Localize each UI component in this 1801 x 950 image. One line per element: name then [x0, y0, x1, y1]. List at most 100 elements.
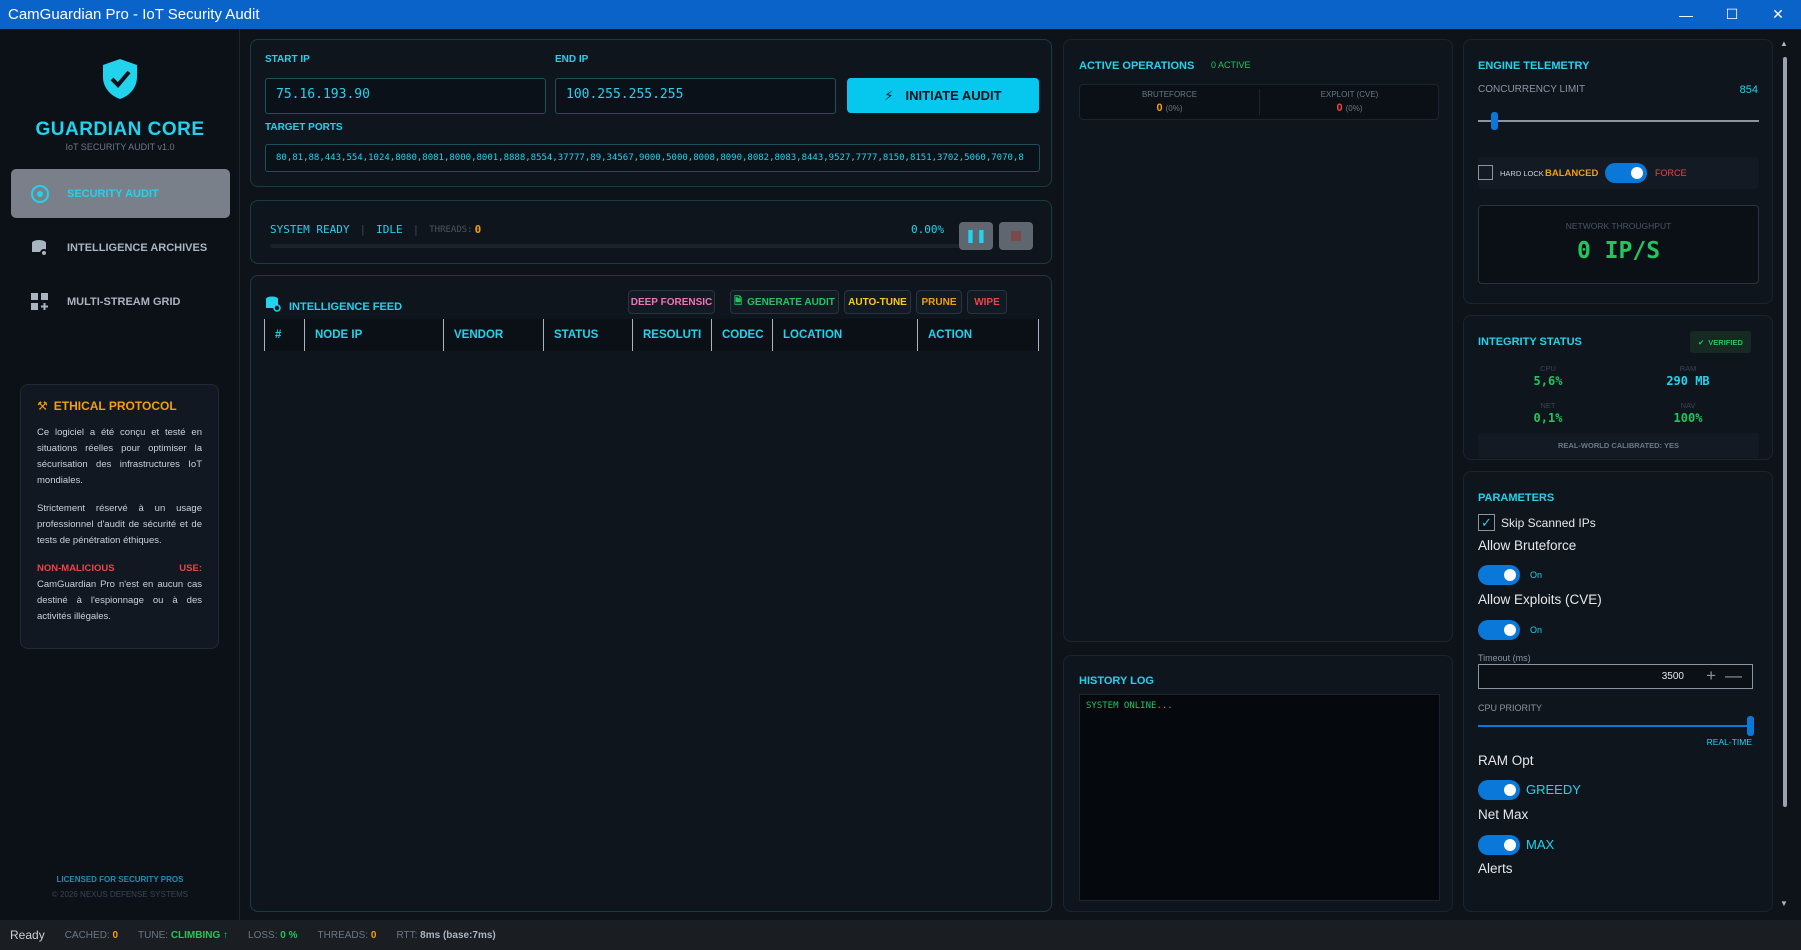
loss-value: 0 % — [280, 929, 298, 941]
database-icon — [265, 296, 281, 317]
cpu-priority-track[interactable] — [1478, 725, 1753, 727]
generate-audit-button[interactable]: 🗎 GENERATE AUDIT — [730, 290, 839, 314]
threads-value: 0 — [370, 929, 377, 941]
ram-opt-toggle[interactable] — [1478, 780, 1520, 800]
progress-track — [270, 244, 964, 248]
scrollbar-thumb[interactable] — [1783, 57, 1787, 807]
nav-value: 100% — [1673, 411, 1703, 425]
ops-title: ACTIVE OPERATIONS — [1079, 60, 1195, 72]
nav-security-audit[interactable]: SECURITY AUDIT — [11, 169, 230, 218]
status-threads: THREADS: 0 — [318, 930, 377, 941]
end-ip-input[interactable]: 100.255.255.255 — [555, 78, 836, 114]
deep-forensic-button[interactable]: DEEP FORENSIC — [628, 290, 715, 314]
net-label: NET — [1540, 401, 1556, 410]
calibrated-banner: REAL-WORLD CALIBRATED: YES — [1478, 433, 1759, 458]
ram-opt-label: RAM Opt — [1478, 753, 1534, 768]
ops-stats: BRUTEFORCE 0 (0%) EXPLOIT (CVE) 0 (0%) — [1079, 84, 1439, 120]
ethical-text-3: CamGuardian Pro n'est en aucun cas desti… — [37, 579, 202, 622]
cached-value: 0 — [112, 929, 119, 941]
cpu-priority-value: REAL-TIME — [1706, 737, 1752, 747]
exploits-toggle[interactable] — [1478, 620, 1520, 640]
ops-active-count: 0 ACTIVE — [1211, 60, 1251, 70]
pause-button[interactable]: ❚❚ — [959, 222, 993, 250]
scrollbar[interactable]: ▲ ▼ — [1777, 39, 1793, 912]
col-node-ip[interactable]: NODE IP — [304, 319, 443, 351]
scroll-up-icon[interactable]: ▲ — [1780, 39, 1788, 48]
nav-label: SECURITY AUDIT — [67, 187, 159, 200]
wipe-button[interactable]: WIPE — [967, 290, 1007, 314]
rtt-value: 8ms (base:7ms) — [420, 929, 496, 941]
net-max-label: Net Max — [1478, 807, 1529, 822]
copyright-text: © 2026 NEXUS DEFENSE SYSTEMS — [51, 890, 189, 899]
feed-header: INTELLIGENCE FEED — [265, 296, 402, 317]
prune-button[interactable]: PRUNE — [916, 290, 962, 314]
log-line: SYSTEM ONLINE... — [1086, 701, 1173, 711]
skip-scanned-checkbox[interactable]: ✓ — [1478, 514, 1495, 531]
status-ready: Ready — [10, 928, 45, 942]
bruteforce-state: On — [1530, 570, 1543, 580]
col-codec[interactable]: CODEC — [711, 319, 772, 351]
col-index[interactable]: # — [264, 319, 304, 351]
throughput-box: NETWORK THROUGHPUT 0 IP/S — [1478, 205, 1759, 284]
close-icon[interactable]: ✕ — [1755, 0, 1801, 29]
auto-tune-button[interactable]: AUTO-TUNE — [844, 290, 911, 314]
grid-plus-icon — [29, 291, 51, 313]
start-ip-input[interactable]: 75.16.193.90 — [265, 78, 546, 114]
exploit-stat: 0 (0%) — [1260, 102, 1439, 114]
database-search-icon — [29, 237, 51, 259]
ethical-text-2: Strictement réservé à un usage professio… — [37, 503, 202, 546]
stop-button[interactable] — [999, 222, 1033, 250]
col-action[interactable]: ACTION — [917, 319, 1039, 351]
history-console[interactable]: SYSTEM ONLINE... — [1079, 694, 1440, 901]
col-status[interactable]: STATUS — [543, 319, 632, 351]
nav-intelligence-archives[interactable]: INTELLIGENCE ARCHIVES — [11, 223, 230, 272]
cpu-priority-thumb[interactable] — [1747, 716, 1754, 736]
threads-label: THREADS: — [317, 929, 369, 941]
active-operations-panel: ACTIVE OPERATIONS 0 ACTIVE BRUTEFORCE 0 … — [1063, 39, 1453, 642]
nav-label: NAV — [1680, 401, 1696, 410]
timeout-value: 3500 — [1661, 671, 1684, 682]
minus-icon[interactable]: — — [1725, 666, 1742, 686]
hard-lock-checkbox[interactable] — [1478, 165, 1493, 180]
feed-title: INTELLIGENCE FEED — [289, 300, 403, 313]
throughput-value: 0 IP/S — [1576, 238, 1661, 264]
concurrency-slider-thumb[interactable] — [1491, 112, 1498, 130]
mode-row: HARD LOCK BALANCED FORCE — [1478, 157, 1759, 189]
brute-stat: 0 (0%) — [1080, 102, 1259, 114]
scroll-down-icon[interactable]: ▼ — [1780, 899, 1788, 908]
app-root: GUARDIAN CORE IoT SECURITY AUDIT v1.0 SE… — [0, 29, 1801, 920]
maximize-icon[interactable]: ☐ — [1709, 0, 1755, 29]
ports-label: TARGET PORTS — [265, 122, 343, 133]
mode-toggle[interactable] — [1605, 163, 1647, 183]
timeout-input[interactable]: 3500 + — — [1478, 664, 1753, 689]
end-ip-label: END IP — [555, 54, 589, 65]
net-max-toggle[interactable] — [1478, 835, 1520, 855]
balanced-label: BALANCED — [1545, 168, 1599, 179]
ram-label: RAM — [1679, 364, 1697, 373]
col-resolution[interactable]: RESOLUTI — [632, 319, 711, 351]
target-ports-input[interactable]: 80,81,88,443,554,1024,8080,8081,8000,800… — [265, 144, 1040, 172]
concurrency-label: CONCURRENCY LIMIT — [1478, 84, 1586, 95]
bruteforce-toggle[interactable] — [1478, 565, 1520, 585]
concurrency-slider-track[interactable] — [1478, 120, 1759, 122]
plus-icon[interactable]: + — [1706, 666, 1716, 686]
history-log-panel: HISTORY LOG SYSTEM ONLINE... — [1063, 655, 1453, 912]
initiate-audit-button[interactable]: ⚡ INITIATE AUDIT — [847, 78, 1039, 113]
bolt-icon: ⚡ — [884, 87, 894, 103]
hard-lock-label: HARD LOCK — [1500, 169, 1544, 178]
col-location[interactable]: LOCATION — [772, 319, 917, 351]
concurrency-value: 854 — [1739, 84, 1758, 96]
nav-multi-stream-grid[interactable]: MULTI-STREAM GRID — [11, 277, 230, 326]
status-rtt: RTT: 8ms (base:7ms) — [396, 930, 495, 941]
pause-icon: ❚❚ — [965, 228, 987, 243]
threads-value: 0 — [474, 223, 482, 236]
tune-label: TUNE: — [138, 929, 169, 941]
ram-value: 290 MB — [1666, 374, 1710, 388]
loss-label: LOSS: — [248, 929, 278, 941]
exploits-state: On — [1530, 625, 1543, 635]
col-vendor[interactable]: VENDOR — [443, 319, 543, 351]
state-status: IDLE — [376, 223, 403, 236]
minimize-icon[interactable]: — — [1663, 0, 1709, 29]
warning-use: USE: — [179, 563, 202, 574]
warning-label: NON-MALICIOUS — [37, 563, 115, 574]
